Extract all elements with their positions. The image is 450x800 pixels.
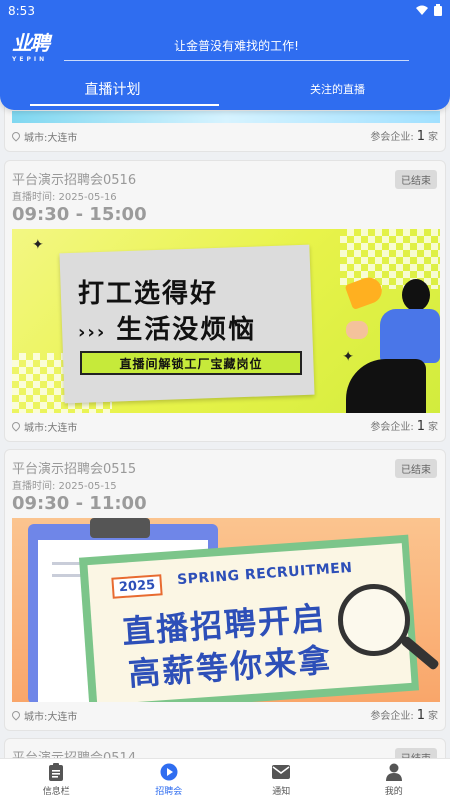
companies-info: 参会企业: 1 家 [370, 708, 438, 723]
live-time: 09:30 - 15:00 [12, 204, 147, 225]
card-footer: 城市:大连市 参会企业: 1 家 [10, 127, 438, 145]
banner-year: 2025 [111, 574, 163, 599]
companies-info: 参会企业: 1 家 [370, 129, 438, 144]
banner-subtitle: 直播间解锁工厂宝藏岗位 [80, 351, 302, 375]
banner-line-2: ››› 生活没烦恼 [78, 315, 257, 345]
tab-followed-live[interactable]: 关注的直播 [225, 68, 450, 110]
app-logo: 业聘 YEPIN [12, 31, 50, 63]
person-icon [385, 763, 403, 781]
companies-count: 1 [416, 708, 425, 723]
wifi-icon [416, 4, 428, 18]
nav-label: 我的 [384, 786, 403, 797]
play-circle-icon [160, 763, 178, 781]
magnifier-icon [338, 584, 410, 656]
battery-icon [434, 3, 442, 19]
status-bar: 8:53 [0, 0, 450, 22]
nav-info[interactable]: 信息栏 [0, 759, 113, 800]
city-info: 城市:大连市 [10, 419, 78, 434]
live-date: 直播时间: 2025-05-16 [12, 192, 117, 203]
city-info: 城市:大连市 [10, 129, 78, 144]
tab-bar: 直播计划 关注的直播 [0, 68, 450, 110]
checker-pattern [340, 229, 440, 289]
location-pin-icon [10, 130, 22, 142]
nav-jobfair[interactable]: 招聘会 [113, 759, 226, 800]
slogan: 让金普没有难找的工作! [64, 29, 409, 61]
card-footer: 城市:大连市 参会企业: 1 家 [10, 417, 438, 435]
banner-image: 打工选得好 ››› 生活没烦恼 直播间解锁工厂宝藏岗位 ✦ ✦ [12, 229, 440, 413]
location-pin-icon [10, 420, 22, 432]
status-time: 8:53 [8, 4, 35, 18]
location-pin-icon [10, 709, 22, 721]
nav-notice[interactable]: 通知 [225, 759, 338, 800]
live-date: 直播时间: 2025-05-15 [12, 481, 117, 492]
city-label: 城市:大连市 [24, 711, 78, 723]
banner-image: 2025 SPRING RECRUITMEN 直播招聘开启 高薪等你来拿 [12, 518, 440, 702]
nav-mine[interactable]: 我的 [338, 759, 450, 800]
clipboard-icon [47, 762, 65, 781]
nav-label: 招聘会 [155, 786, 183, 797]
bottom-nav: 信息栏 招聘会 通知 我的 [0, 758, 450, 800]
nav-label: 通知 [272, 786, 291, 797]
status-badge: 已结束 [395, 459, 437, 478]
tab-live-plan[interactable]: 直播计划 [0, 68, 225, 110]
live-time: 09:30 - 11:00 [12, 493, 147, 514]
city-label: 城市:大连市 [24, 422, 78, 434]
companies-count: 1 [416, 129, 425, 144]
nav-label: 信息栏 [42, 786, 70, 797]
card-title: 平台演示招聘会0516 [12, 173, 137, 188]
city-info: 城市:大连市 [10, 708, 78, 723]
sparkle-icon: ✦ [342, 349, 354, 365]
status-badge: 已结束 [395, 170, 437, 189]
card-footer: 城市:大连市 参会企业: 1 家 [10, 706, 438, 724]
sparkle-icon: ✦ [32, 237, 44, 253]
person-illustration [402, 279, 430, 311]
live-card[interactable]: 平台演示招聘会0515 已结束 直播时间: 2025-05-15 09:30 -… [4, 449, 446, 731]
card-title: 平台演示招聘会0515 [12, 462, 137, 477]
live-card[interactable]: 平台演示招聘会0516 已结束 直播时间: 2025-05-16 09:30 -… [4, 160, 446, 442]
city-label: 城市:大连市 [24, 132, 78, 144]
app-header: 8:53 业聘 YEPIN 让金普没有难找的工作! 直播计划 关注的直播 [0, 0, 450, 110]
banner-line-1: 打工选得好 [78, 279, 219, 309]
companies-info: 参会企业: 1 家 [370, 419, 438, 434]
companies-count: 1 [416, 419, 425, 434]
banner-image [12, 111, 440, 123]
mail-icon [272, 763, 291, 781]
